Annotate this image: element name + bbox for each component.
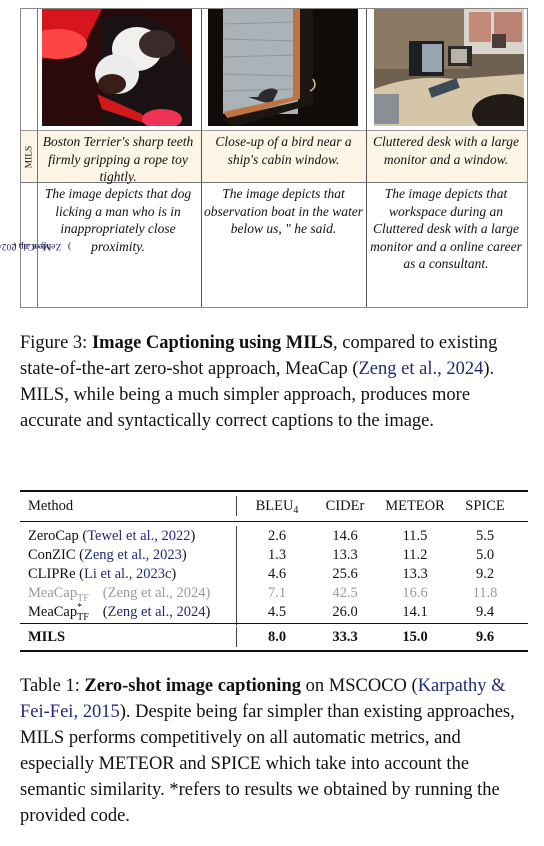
table-caption-text: on MSCOCO ( xyxy=(301,676,418,696)
mils-row-label: MILS xyxy=(21,131,37,182)
citation-link[interactable]: Zeng et al., 2024 xyxy=(108,604,206,620)
table-row: MeaCap TF (Zeng et al., 2024) 7.1 42.5 16.6 1… xyxy=(20,583,528,604)
method-name: MeaCap * TF (Zeng et al., 2024) xyxy=(28,602,211,623)
bleu-value: 8.0 xyxy=(267,629,287,645)
mils-caption: Boston Terrier's sharp teeth firmly grip… xyxy=(42,134,194,184)
meteor-value: 11.5 xyxy=(402,528,428,544)
bleu-value: 7.1 xyxy=(267,585,287,601)
meteor-value: 15.0 xyxy=(402,629,428,645)
table-row: ZeroCap (Tewel et al., 2022) 2.6 14.6 11.5 5… xyxy=(20,526,528,546)
column-divider xyxy=(366,9,367,307)
mid-rule xyxy=(20,623,528,624)
bottom-rule xyxy=(20,650,528,652)
column-separator xyxy=(236,496,237,516)
method-name: ConZIC (Zeng et al., 2023) xyxy=(28,547,187,563)
header-rule xyxy=(20,521,528,522)
cider-value: 26.0 xyxy=(332,604,358,620)
spice-value: 9.2 xyxy=(475,566,495,582)
bird-window-photo xyxy=(208,9,358,126)
bleu-value: 2.6 xyxy=(267,528,287,544)
table-row: CLIPRe (Li et al., 2023c) 4.6 25.6 13.3 9.2 xyxy=(20,564,528,584)
citation-link[interactable]: Li et al., 2023c xyxy=(84,566,171,582)
spice-value: 5.0 xyxy=(475,547,495,563)
table-row: MeaCap * TF (Zeng et al., 2024) 4.5 26.0 14.1… xyxy=(20,602,528,623)
header-meteor: METEOR xyxy=(385,498,445,514)
figure-caption-label: Figure 3: xyxy=(20,333,92,353)
meacap-caption: The image depicts that observation boat … xyxy=(204,186,363,236)
spice-value: 9.6 xyxy=(475,629,495,645)
header-method: Method xyxy=(28,498,74,514)
citation-link[interactable]: Tewel et al., 2022 xyxy=(87,528,190,544)
meacap-caption: The image depicts that workspace during … xyxy=(370,186,522,271)
cider-value: 33.3 xyxy=(332,629,358,645)
figure-caption: Figure 3: Image Captioning using MILS, c… xyxy=(20,330,530,434)
citation-link[interactable]: Zeng et al., 2024 xyxy=(108,585,206,601)
method-name: MeaCap TF (Zeng et al., 2024) xyxy=(28,585,211,604)
bleu-value: 4.5 xyxy=(267,604,287,620)
mils-caption: Close-up of a bird near a ship's cabin w… xyxy=(215,134,352,167)
meteor-value: 16.6 xyxy=(402,585,428,601)
header-cider: CIDEr xyxy=(325,498,365,514)
meteor-value: 11.2 xyxy=(402,547,428,563)
bleu-value: 1.3 xyxy=(267,547,287,563)
table-caption-label: Table 1: xyxy=(20,676,85,696)
mils-caption: Cluttered desk with a large monitor and … xyxy=(373,134,519,167)
dog-image-icon xyxy=(42,9,192,126)
citation-link[interactable]: Zeng et al., 2023 xyxy=(84,547,182,563)
meteor-value: 14.1 xyxy=(402,604,428,620)
figure-3-grid: MILS Boston Terrier's sharp teeth firmly… xyxy=(0,8,528,308)
table-header-row: Method BLEU4 CIDEr METEOR SPICE xyxy=(20,496,528,516)
table-row-mils: MILS 8.0 33.3 15.0 9.6 xyxy=(20,627,528,647)
spice-value: 11.8 xyxy=(472,585,498,601)
cider-value: 14.6 xyxy=(332,528,358,544)
top-rule xyxy=(20,490,528,492)
method-name: MILS xyxy=(28,629,66,645)
spice-value: 5.5 xyxy=(475,528,495,544)
figure-caption-citation[interactable]: Zeng et al., 2024 xyxy=(359,359,484,379)
mils-row-label-text: MILS xyxy=(24,145,35,168)
header-bleu: BLEU4 xyxy=(255,498,299,516)
boston-terrier-photo xyxy=(42,9,192,126)
meteor-value: 13.3 xyxy=(402,566,428,582)
method-name: ZeroCap (Tewel et al., 2022) xyxy=(28,528,196,544)
column-divider xyxy=(37,9,38,307)
figure-caption-title: Image Captioning using MILS xyxy=(91,333,334,353)
table-caption-title: Zero-shot image captioning xyxy=(84,676,301,696)
cider-value: 13.3 xyxy=(332,547,358,563)
meacap-row-label: MeaCap (Zeng et al., 2024) xyxy=(0,183,71,308)
header-spice: SPICE xyxy=(465,498,505,514)
meacap-caption: The image depicts that dog licking a man… xyxy=(44,186,192,254)
table-row: ConZIC (Zeng et al., 2023) 1.3 13.3 11.2 5.0 xyxy=(20,545,528,565)
bleu-value: 4.6 xyxy=(267,566,287,582)
desk-image-icon xyxy=(374,9,524,126)
spice-value: 9.4 xyxy=(475,604,495,620)
method-name: CLIPRe (Li et al., 2023c) xyxy=(28,566,177,582)
cluttered-desk-photo xyxy=(374,9,524,126)
column-divider xyxy=(201,9,202,307)
bird-image-icon xyxy=(208,9,358,126)
results-table: Method BLEU4 CIDEr METEOR SPICE ZeroCap … xyxy=(20,490,528,652)
table-caption: Table 1: Zero-shot image captioning on M… xyxy=(20,673,530,829)
cider-value: 42.5 xyxy=(332,585,358,601)
cider-value: 25.6 xyxy=(332,566,358,582)
